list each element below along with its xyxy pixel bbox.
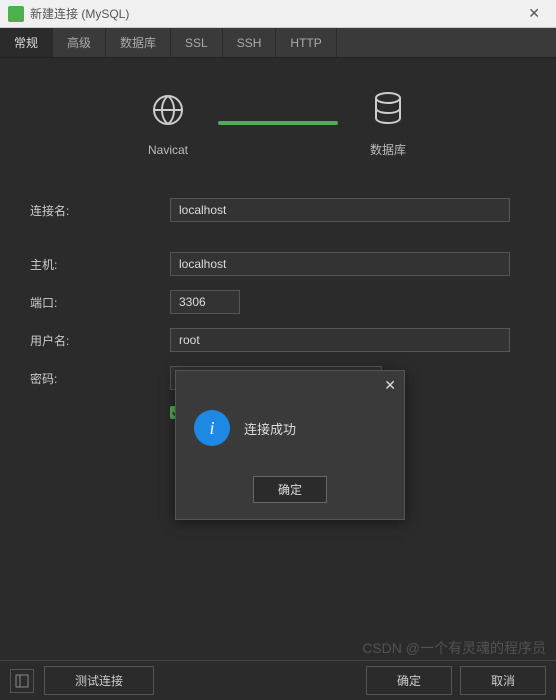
database-label: 数据库 bbox=[370, 141, 406, 158]
popup-message: 连接成功 bbox=[244, 419, 296, 438]
conn-name-label: 连接名: bbox=[30, 202, 170, 219]
port-input[interactable] bbox=[170, 290, 240, 314]
database-node: 数据库 bbox=[368, 88, 408, 158]
close-icon[interactable]: ✕ bbox=[520, 5, 548, 22]
port-label: 端口: bbox=[30, 294, 170, 311]
tab-ssl[interactable]: SSL bbox=[171, 28, 223, 57]
watermark: CSDN @一个有灵魂的程序员 bbox=[362, 638, 546, 658]
tab-advanced[interactable]: 高级 bbox=[53, 28, 106, 57]
popup-close-icon[interactable]: ✕ bbox=[384, 377, 396, 394]
popup-ok-button[interactable]: 确定 bbox=[253, 476, 327, 503]
message-popup: ✕ i 连接成功 确定 bbox=[175, 370, 405, 520]
host-label: 主机: bbox=[30, 256, 170, 273]
titlebar: 新建连接 (MySQL) ✕ bbox=[0, 0, 556, 28]
navicat-icon bbox=[148, 90, 188, 135]
password-label: 密码: bbox=[30, 370, 170, 387]
test-connection-button[interactable]: 测试连接 bbox=[44, 666, 154, 695]
footer: 测试连接 确定 取消 bbox=[0, 660, 556, 700]
tab-http[interactable]: HTTP bbox=[276, 28, 336, 57]
host-input[interactable] bbox=[170, 252, 510, 276]
connection-diagram: Navicat 数据库 bbox=[20, 88, 536, 158]
conn-name-input[interactable] bbox=[170, 198, 510, 222]
database-icon bbox=[368, 88, 408, 133]
navicat-node: Navicat bbox=[148, 90, 188, 157]
connector-line bbox=[218, 121, 338, 125]
app-icon bbox=[8, 6, 24, 22]
tab-ssh[interactable]: SSH bbox=[223, 28, 277, 57]
tab-database[interactable]: 数据库 bbox=[106, 28, 171, 57]
user-label: 用户名: bbox=[30, 332, 170, 349]
window-title: 新建连接 (MySQL) bbox=[30, 5, 520, 22]
footer-panel-icon[interactable] bbox=[10, 669, 34, 693]
cancel-button[interactable]: 取消 bbox=[460, 666, 546, 695]
tab-general[interactable]: 常规 bbox=[0, 28, 53, 57]
navicat-label: Navicat bbox=[148, 143, 188, 157]
user-input[interactable] bbox=[170, 328, 510, 352]
tab-bar: 常规 高级 数据库 SSL SSH HTTP bbox=[0, 28, 556, 58]
ok-button[interactable]: 确定 bbox=[366, 666, 452, 695]
info-icon: i bbox=[194, 410, 230, 446]
